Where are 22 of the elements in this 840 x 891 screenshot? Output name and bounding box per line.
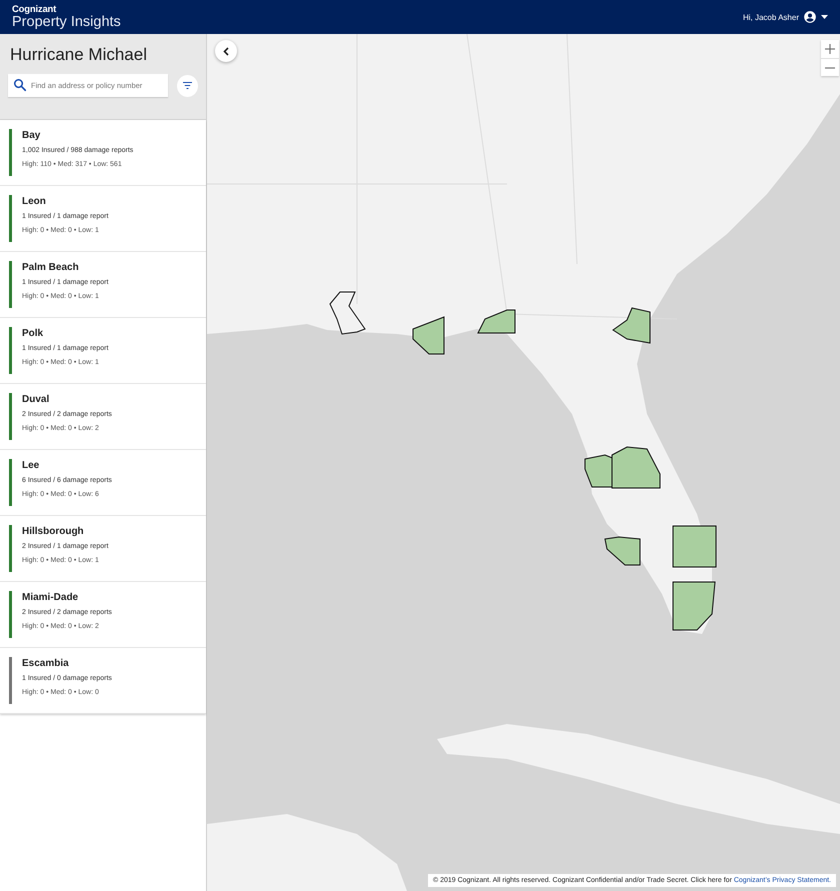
county-name: Bay: [22, 130, 42, 141]
county-name: Escambia: [22, 658, 70, 669]
plus-icon: [825, 44, 835, 54]
county-name: Lee: [22, 460, 40, 471]
minus-icon: [825, 66, 835, 68]
county-name: Duval: [22, 394, 50, 405]
zoom-in-button[interactable]: [821, 40, 839, 58]
county-name: Miami-Dade: [22, 592, 80, 603]
brand-logo: Cognizant: [12, 4, 58, 14]
zoom-out-button[interactable]: [821, 58, 839, 76]
county-name: Palm Beach: [22, 262, 80, 273]
user-menu[interactable]: Hi, Jacob Asher: [742, 10, 828, 24]
user-avatar-icon: [803, 10, 817, 24]
filter-button[interactable]: [177, 74, 198, 96]
caret-icon: [821, 15, 828, 19]
filter-icon: [183, 82, 192, 89]
county-name: Polk: [22, 328, 44, 339]
county-name: Hillsborough: [22, 526, 85, 537]
chevron-left-icon: [223, 46, 229, 56]
event-title: Hurricane Michael: [10, 45, 148, 65]
app-title: Property Insights: [12, 15, 121, 30]
county-name: Leon: [22, 196, 47, 207]
